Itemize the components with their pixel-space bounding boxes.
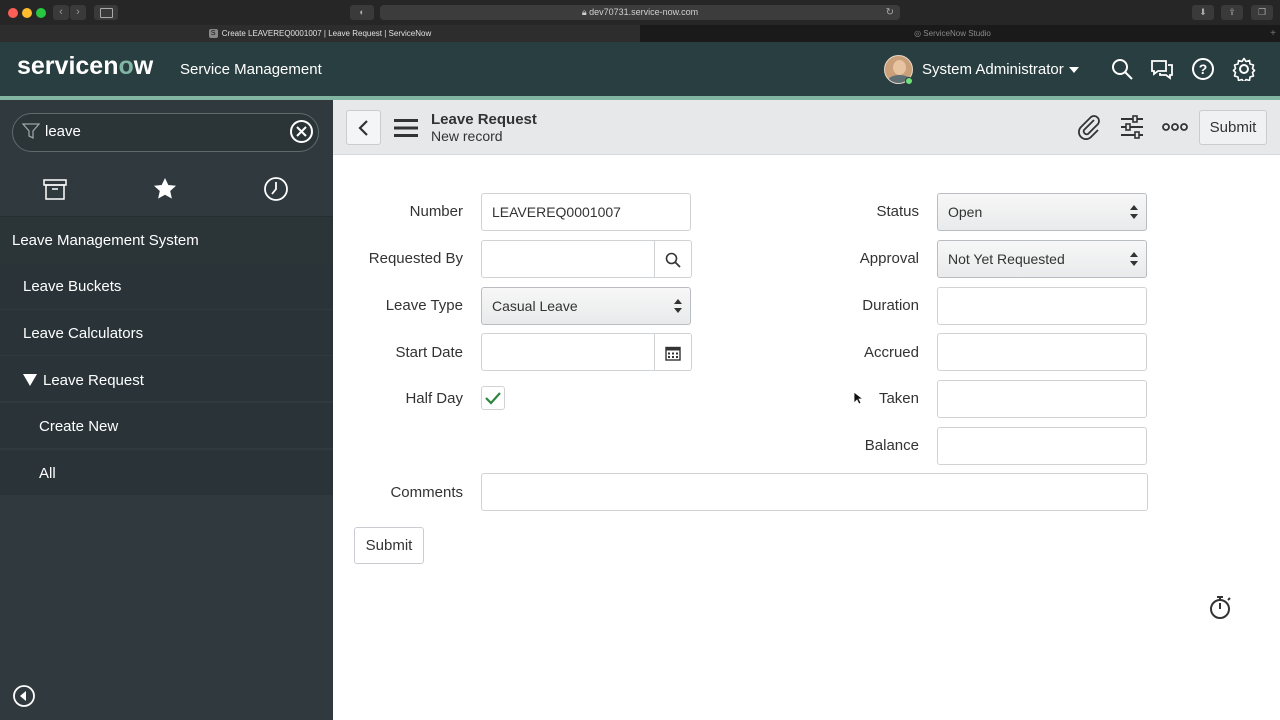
form-title: Leave Request [431,111,537,128]
comments-label: Comments [390,484,463,501]
start-date-picker-button[interactable] [655,333,692,371]
svg-text:?: ? [1199,61,1208,77]
product-name: Service Management [180,61,322,78]
downloads-icon[interactable]: ⬇ [1192,5,1214,20]
browser-forward-button[interactable]: › [70,5,86,20]
address-url: dev70731.service-now.com [589,7,699,17]
logo-text: servicen [17,52,119,80]
duration-field[interactable] [937,287,1147,325]
number-field[interactable]: LEAVEREQ0001007 [481,193,691,231]
personalize-form-icon[interactable] [1119,114,1145,140]
maximize-window-button[interactable] [36,8,46,18]
submit-button[interactable]: Submit [354,527,424,564]
expanded-triangle-icon[interactable] [23,374,37,386]
balance-field[interactable] [937,427,1147,465]
mouse-cursor-icon [853,391,863,405]
nav-item-label[interactable]: Leave Request [43,372,144,389]
studio-favicon-icon: ◎ [914,29,924,38]
more-options-icon[interactable] [1162,114,1188,140]
leave-type-value: Casual Leave [492,298,578,314]
avatar-head [893,60,906,75]
close-window-button[interactable] [8,8,18,18]
select-arrows-icon [1130,252,1138,266]
submit-button-header[interactable]: Submit [1199,110,1267,145]
nav-item-label[interactable]: Leave Buckets [23,278,121,295]
user-menu-name[interactable]: System Administrator [922,61,1064,78]
leave-type-label: Leave Type [385,297,463,314]
browser-back-button[interactable]: ‹ [53,5,69,20]
accrued-label: Accrued [863,344,919,361]
status-value: Open [948,204,983,220]
status-label: Status [876,203,919,220]
browser-tab-bar: S Create LEAVEREQ0001007 | Leave Request … [0,25,1280,42]
presence-indicator [905,77,913,85]
status-select[interactable]: Open [937,193,1147,231]
browser-tab-title: ServiceNow Studio [923,29,991,38]
requested-by-lookup-button[interactable] [655,240,692,278]
attachment-icon[interactable] [1076,114,1102,140]
approval-label: Approval [859,250,919,267]
clear-filter-icon[interactable] [289,119,314,144]
nav-item-label[interactable]: All [39,465,56,482]
timer-icon[interactable] [1208,594,1232,620]
servicenow-favicon: S [208,29,218,39]
duration-label: Duration [862,297,919,314]
comments-field[interactable] [481,473,1148,511]
chevron-down-icon[interactable] [1069,67,1079,73]
new-tab-button[interactable]: + [1270,25,1276,42]
nav-item-label[interactable]: Leave Calculators [23,325,143,342]
select-arrows-icon [1130,205,1138,219]
requested-by-field[interactable] [481,240,655,278]
reload-icon[interactable]: ↻ [886,5,894,20]
address-bar[interactable]: 🔒︎ dev70731.service-now.com ↻ [380,5,900,20]
star-icon[interactable] [152,176,178,202]
approval-select[interactable]: Not Yet Requested [937,240,1147,278]
half-day-label: Half Day [405,390,463,407]
nav-item-label[interactable]: Create New [39,418,118,435]
start-date-field[interactable] [481,333,655,371]
servicenow-logo[interactable]: servicenow [17,52,153,81]
filter-icon [22,123,40,140]
search-icon [665,252,681,268]
half-day-checkbox[interactable] [481,386,505,410]
calendar-icon [665,346,681,361]
gear-icon[interactable] [1232,57,1256,81]
requested-by-label: Requested By [368,250,463,267]
start-date-label: Start Date [395,344,463,361]
lock-icon: 🔒︎ [581,7,587,17]
privacy-shield-icon[interactable]: ◐ [350,5,374,20]
search-icon[interactable] [1110,57,1134,81]
balance-label: Balance [864,437,919,454]
browser-tab-title: Create LEAVEREQ0001007 | Leave Request |… [221,29,432,38]
logo-o: o [118,52,134,80]
checkmark-icon [485,392,501,405]
approval-value: Not Yet Requested [948,251,1065,267]
chevron-left-icon [358,120,368,136]
help-icon[interactable]: ? [1191,57,1215,81]
logo-text-end: w [133,52,154,80]
history-icon[interactable] [263,176,289,202]
navigator-filter-value[interactable]: leave [45,123,81,140]
taken-field[interactable] [937,380,1147,418]
share-icon[interactable]: ⇪ [1221,5,1243,20]
minimize-window-button[interactable] [22,8,32,18]
browser-sidebar-toggle[interactable] [94,5,118,20]
form-subtitle: New record [431,128,503,144]
number-label: Number [409,203,463,220]
back-button[interactable] [346,110,381,145]
browser-chrome: ‹ › ◐ 🔒︎ dev70731.service-now.com ↻ ⬇ ⇪ … [0,0,1280,42]
archive-icon[interactable] [42,176,68,202]
collapse-navigator-icon[interactable] [12,684,36,708]
form-context-menu-icon[interactable] [394,117,418,139]
accrued-field[interactable] [937,333,1147,371]
nav-section-label[interactable]: Leave Management System [12,232,199,249]
tab-overview-icon[interactable]: ❐ [1251,5,1273,20]
browser-tab-studio[interactable]: ◎ ServiceNow Studio [640,25,1265,42]
leave-type-select[interactable]: Casual Leave [481,287,691,325]
chat-icon[interactable] [1150,57,1174,81]
select-arrows-icon [674,299,682,313]
browser-tab-active[interactable]: S Create LEAVEREQ0001007 | Leave Request … [0,25,640,42]
